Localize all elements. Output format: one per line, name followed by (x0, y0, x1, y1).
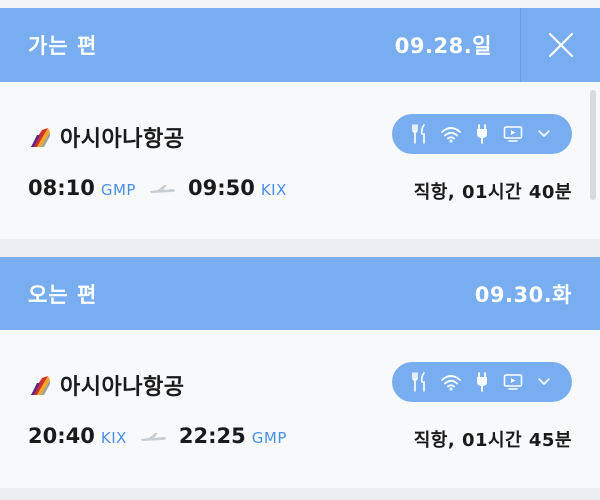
return-title: 오는 편 (28, 283, 98, 307)
section-divider (0, 488, 600, 500)
asiana-logo-icon (31, 128, 50, 147)
flight-times: 08:10 GMP 09:50 KIX (28, 176, 287, 200)
tv-icon (502, 123, 524, 145)
amenity-toggle[interactable] (392, 114, 572, 154)
airline-row: 아시아나항공 (28, 124, 185, 152)
return-header: 오는 편 09.30.화 (0, 257, 600, 331)
chevron-down-icon (533, 123, 555, 145)
power-icon (471, 371, 493, 393)
flight-duration: 직항, 01시간 45분 (413, 430, 572, 451)
airplane-icon (149, 185, 175, 193)
return-flight-card[interactable]: 아시아나항공 20:40 KIX 22:25 GMP 직항, 01시간 45분 (0, 330, 600, 490)
chevron-down-icon (533, 371, 555, 393)
meal-icon (409, 371, 431, 393)
airline-name: 아시아나항공 (60, 127, 185, 152)
departure-airport: GMP (100, 181, 136, 199)
flight-times: 20:40 KIX 22:25 GMP (28, 424, 287, 448)
scrollbar-thumb[interactable] (590, 90, 596, 200)
airline-name: 아시아나항공 (60, 375, 185, 400)
airplane-icon (140, 433, 166, 441)
arrival-time: 22:25 (178, 424, 246, 448)
outbound-flight-card[interactable]: 아시아나항공 08:10 GMP 09:50 KIX 직항, 01시간 40분 (0, 82, 600, 242)
departure-time: 20:40 (28, 424, 95, 448)
close-icon (548, 32, 574, 58)
section-divider (0, 239, 600, 257)
arrival-airport: GMP (251, 429, 287, 447)
wifi-icon (440, 371, 462, 393)
outbound-date: 09.28.일 (394, 34, 492, 58)
power-icon (471, 123, 493, 145)
return-date: 09.30.화 (474, 283, 572, 307)
airline-row: 아시아나항공 (28, 372, 185, 400)
departure-airport: KIX (100, 429, 127, 447)
outbound-title: 가는 편 (28, 34, 98, 58)
flight-duration: 직항, 01시간 40분 (413, 182, 572, 203)
arrival-time: 09:50 (187, 176, 255, 200)
tv-icon (502, 371, 524, 393)
amenity-toggle[interactable] (392, 362, 572, 402)
meal-icon (409, 123, 431, 145)
close-button[interactable] (520, 8, 600, 82)
departure-time: 08:10 (28, 176, 95, 200)
outbound-header: 가는 편 09.28.일 (0, 8, 600, 82)
asiana-logo-icon (31, 376, 50, 395)
arrival-airport: KIX (260, 181, 287, 199)
top-strip (0, 0, 600, 8)
wifi-icon (440, 123, 462, 145)
